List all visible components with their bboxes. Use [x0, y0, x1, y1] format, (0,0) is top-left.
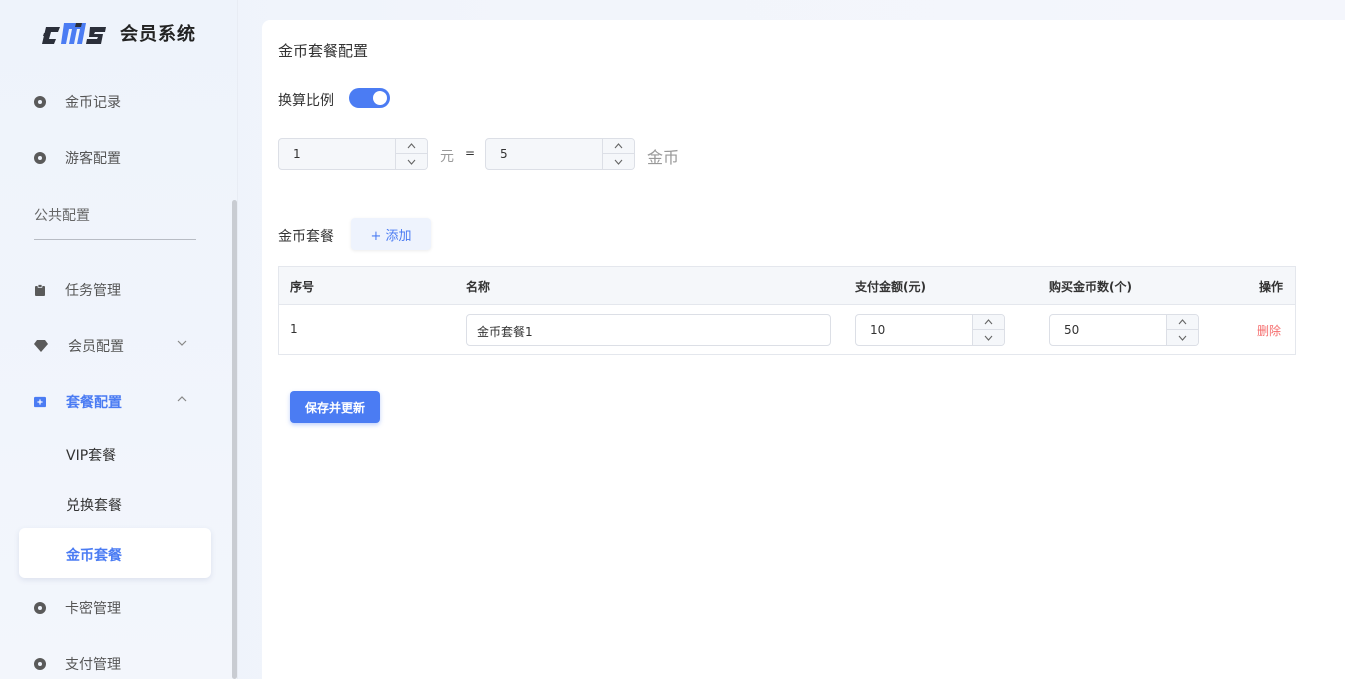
- packages-label: 金币套餐: [278, 229, 334, 245]
- chevron-up-icon: [1178, 319, 1187, 325]
- circle-dot-icon: [34, 152, 46, 164]
- packages-table: 序号 名称 支付金额(元) 购买金币数(个) 操作 1 金币套餐1 10 50 …: [278, 266, 1296, 355]
- sidebar-subitem-vip-package[interactable]: VIP套餐: [66, 445, 116, 465]
- decrement-button[interactable]: [1167, 330, 1198, 345]
- increment-button[interactable]: [603, 139, 634, 154]
- sidebar-item-guest-config[interactable]: 游客配置: [34, 148, 121, 168]
- toggle-knob: [373, 91, 387, 105]
- increment-button[interactable]: [973, 315, 1004, 330]
- coins-stepper[interactable]: 50: [1049, 314, 1199, 346]
- plus-square-icon: [34, 396, 46, 408]
- sidebar-item-label: 支付管理: [65, 657, 121, 673]
- chevron-up-icon[interactable]: [177, 394, 187, 404]
- column-header-coins: 购买金币数(个): [1049, 280, 1132, 294]
- table-header: 序号 名称 支付金额(元) 购买金币数(个) 操作: [279, 267, 1295, 305]
- sidebar-item-label: 金币记录: [65, 95, 121, 111]
- package-name-value: 金币套餐1: [477, 325, 533, 339]
- logo: 会员系统: [42, 16, 196, 50]
- clipboard-icon: [35, 284, 45, 296]
- stepper-controls: [395, 139, 427, 169]
- column-header-index: 序号: [290, 280, 315, 294]
- sidebar-item-coin-records[interactable]: 金币记录: [34, 92, 121, 112]
- yuan-value: 1: [293, 147, 301, 161]
- increment-button[interactable]: [396, 139, 427, 154]
- coin-unit: 金币: [647, 148, 680, 167]
- yuan-stepper[interactable]: 1: [278, 138, 428, 170]
- decrement-button[interactable]: [396, 154, 427, 169]
- add-package-button[interactable]: + 添加: [351, 218, 431, 250]
- sidebar-item-package-config[interactable]: 套餐配置: [34, 392, 122, 412]
- sidebar-scrollbar[interactable]: [232, 200, 237, 679]
- sidebar-item-payment-management[interactable]: 支付管理: [34, 654, 121, 674]
- sidebar-item-label: 会员配置: [68, 339, 124, 355]
- save-and-update-button[interactable]: 保存并更新: [290, 391, 380, 423]
- circle-dot-icon: [34, 96, 46, 108]
- price-value: 10: [870, 323, 886, 337]
- chevron-up-icon: [407, 143, 416, 149]
- chevron-down-icon: [614, 159, 623, 165]
- price-stepper[interactable]: 10: [855, 314, 1005, 346]
- cms-logo-icon: [42, 23, 106, 44]
- column-header-name: 名称: [466, 280, 491, 294]
- sidebar-subitem-coin-package[interactable]: 金币套餐: [66, 545, 122, 565]
- yuan-unit: 元: [440, 149, 454, 165]
- coin-stepper[interactable]: 5: [485, 138, 635, 170]
- coin-value: 5: [500, 147, 508, 161]
- sidebar: 会员系统 金币记录 游客配置 公共配置 任务管理 会员配置 套餐配置 VIP套餐…: [0, 0, 238, 679]
- app-name: 会员系统: [120, 24, 196, 45]
- circle-dot-icon: [34, 602, 46, 614]
- stepper-controls: [1166, 315, 1198, 345]
- circle-dot-icon: [34, 658, 46, 670]
- sidebar-item-label: 卡密管理: [65, 601, 121, 617]
- delete-link[interactable]: 删除: [1257, 322, 1281, 339]
- main-panel: 金币套餐配置 换算比例 1 元 = 5 金币 金币套餐 + 添加 序号 名称 支…: [262, 20, 1345, 679]
- sidebar-item-label: 游客配置: [65, 151, 121, 167]
- row-index: 1: [290, 322, 298, 336]
- ratio-toggle[interactable]: [349, 88, 390, 108]
- sidebar-item-card-management[interactable]: 卡密管理: [34, 598, 121, 618]
- stepper-controls: [972, 315, 1004, 345]
- sidebar-item-member-config[interactable]: 会员配置: [34, 336, 124, 356]
- decrement-button[interactable]: [973, 330, 1004, 345]
- decrement-button[interactable]: [603, 154, 634, 169]
- sidebar-item-label: 任务管理: [65, 283, 121, 299]
- chevron-down-icon: [984, 335, 993, 341]
- sidebar-item-task-management[interactable]: 任务管理: [34, 280, 121, 300]
- sidebar-item-label: 套餐配置: [66, 395, 122, 411]
- page-title: 金币套餐配置: [278, 42, 369, 60]
- stepper-controls: [602, 139, 634, 169]
- coins-value: 50: [1064, 323, 1080, 337]
- chevron-up-icon: [614, 143, 623, 149]
- chevron-down-icon[interactable]: [177, 338, 187, 348]
- chevron-up-icon: [984, 319, 993, 325]
- column-header-price: 支付金额(元): [855, 280, 926, 294]
- chevron-down-icon: [407, 159, 416, 165]
- sidebar-subitem-exchange-package[interactable]: 兑换套餐: [66, 495, 122, 515]
- diamond-icon: [34, 340, 48, 352]
- increment-button[interactable]: [1167, 315, 1198, 330]
- ratio-label: 换算比例: [278, 93, 334, 109]
- equals-sign: =: [465, 146, 476, 160]
- chevron-down-icon: [1178, 335, 1187, 341]
- column-header-action: 操作: [1259, 280, 1284, 294]
- sidebar-divider: [34, 239, 196, 240]
- package-name-input[interactable]: 金币套餐1: [466, 314, 831, 346]
- sidebar-group-label: 公共配置: [34, 208, 90, 224]
